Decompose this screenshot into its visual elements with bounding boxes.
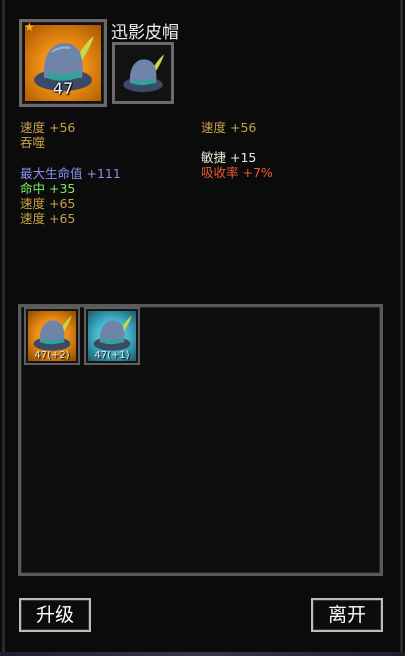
stat-value: +35: [49, 181, 76, 196]
stat-label: 速度: [20, 211, 46, 226]
stat-agility: 敏捷 +15: [201, 150, 256, 166]
bottom-border: [0, 652, 405, 656]
stat-label: 吸收率: [201, 165, 239, 180]
stat-value: +7%: [242, 165, 273, 180]
item-preview-slot[interactable]: [112, 42, 174, 104]
inventory-item-level: 47(+1): [94, 350, 130, 361]
inventory-slot[interactable]: 47(+1): [84, 307, 140, 365]
stat-speed: 速度 +65: [20, 211, 75, 227]
upgrade-button[interactable]: 升级: [19, 598, 91, 632]
stat-absorb: 吸收率 +7%: [201, 165, 273, 181]
devour-label: 吞噬: [20, 135, 46, 150]
stat-value: +111: [86, 166, 121, 181]
stat-label: 最大生命值: [20, 166, 83, 181]
base-stat-left: 速度 +56: [20, 120, 76, 135]
stat-label: 敏捷: [201, 150, 227, 165]
item-level: 47: [52, 79, 74, 98]
hat-icon: [123, 54, 165, 93]
stat-max-hp: 最大生命值 +111: [20, 166, 121, 182]
stat-hit: 命中 +35: [20, 181, 75, 197]
stat-speed: 速度 +65: [20, 196, 75, 212]
stat-value: +65: [49, 196, 76, 211]
stat-value: +15: [230, 150, 257, 165]
stat-value: +65: [49, 211, 76, 226]
star-icon: ★: [24, 20, 35, 34]
leave-button[interactable]: 离开: [311, 598, 383, 632]
main-item-slot[interactable]: ★ 47: [19, 19, 107, 107]
stat-label: 速度: [20, 196, 46, 211]
base-stat-right: 速度 +56: [201, 120, 257, 135]
stat-label: 命中: [20, 181, 46, 196]
item-name: 迅影皮帽: [111, 23, 179, 43]
inventory-slot[interactable]: 47(+2): [24, 307, 80, 365]
inventory-item-level: 47(+2): [34, 350, 70, 361]
